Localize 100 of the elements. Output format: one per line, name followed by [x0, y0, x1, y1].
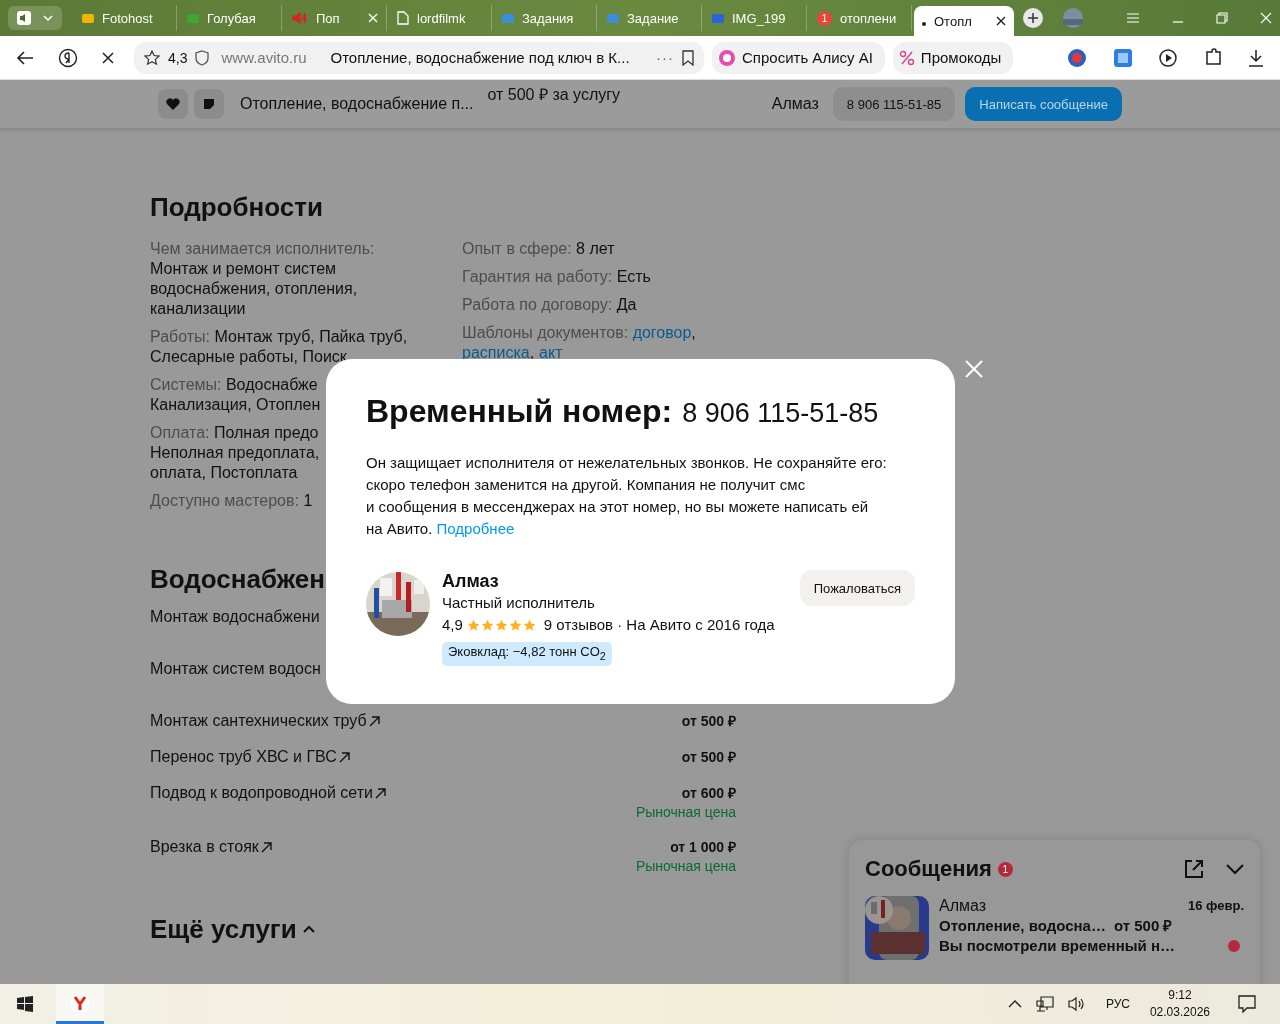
listing-title: Отопление, водосна…: [939, 916, 1106, 936]
chevron-up-icon[interactable]: [1007, 999, 1022, 1009]
back-icon[interactable]: [16, 49, 34, 66]
restore-icon[interactable]: [1216, 12, 1228, 24]
heart-icon: [166, 98, 180, 110]
service-price: от 500 ₽: [681, 712, 736, 731]
rating-value: 4,9: [442, 615, 463, 635]
speaker-icon: [292, 11, 308, 25]
reviews-text[interactable]: 9 отзывов · На Авито с 2016 года: [543, 614, 775, 636]
service-price: от 500 ₽: [681, 748, 736, 767]
message-date: 16 февр.: [1187, 897, 1244, 915]
windows-start-icon[interactable]: [16, 995, 34, 1013]
favicon-icon: [712, 13, 724, 23]
phone-button[interactable]: 8 906 115-51-85: [832, 87, 956, 121]
close-icon[interactable]: [996, 16, 1006, 26]
browser-tab[interactable]: Отопл: [914, 6, 1014, 36]
detail-label: Шаблоны документов:: [462, 324, 629, 341]
dialog-text: Он защищает исполнителя от нежелательных звонков. Не сохраняйте его: скоро телефон заменится на другой. Компания не получит смс и сообщения в мессенджерах на этот номер, но вы можете написать ей на Авито. Подробнее: [366, 453, 888, 539]
ring-icon: [718, 48, 736, 67]
detail-text: Работа по договору: Да: [462, 296, 637, 313]
open-external-icon[interactable]: [1184, 859, 1204, 879]
clock-date: 02.03.2026: [1149, 1004, 1210, 1021]
listing-title: Отопление, водоснабжение п...: [240, 95, 474, 113]
service-name: Монтаж водоснабжени: [150, 607, 320, 627]
yandex-icon[interactable]: [58, 47, 78, 68]
section-heading[interactable]: Ещё услуги: [150, 913, 297, 945]
external-arrow-icon: [368, 716, 380, 727]
browser-tab[interactable]: IMG_199: [704, 5, 807, 31]
section-heading: Подробности: [150, 191, 323, 223]
browser-tab[interactable]: 1 отоплени: [809, 5, 912, 31]
section-heading: Водоснабжен: [150, 563, 325, 595]
address-field[interactable]: 4,3 www.avito.ru Отопление, водоснабжение под ключ в К... ···: [134, 41, 704, 74]
language-indicator[interactable]: РУС: [1105, 997, 1130, 1011]
market-price-label: Рыночная цена: [635, 803, 736, 821]
taskbar-app-button[interactable]: [56, 984, 104, 1024]
tab-group-button[interactable]: [8, 6, 62, 30]
favicon-icon: [502, 13, 514, 23]
stop-icon[interactable]: [102, 51, 114, 64]
bookmark-icon[interactable]: [682, 49, 694, 66]
favorite-button[interactable]: [158, 89, 188, 119]
detail-text: Опыт в сфере: 8 лет: [462, 240, 615, 257]
service-link[interactable]: Врезка в стояк: [150, 837, 259, 857]
write-message-button[interactable]: Написать сообщение: [965, 87, 1122, 121]
seller-name[interactable]: Алмаз: [442, 570, 499, 592]
puzzle-icon[interactable]: [1204, 47, 1224, 68]
speaker-icon: [16, 10, 32, 26]
note-button[interactable]: [194, 89, 224, 119]
sender-name: Алмаз: [939, 896, 987, 916]
document-icon: [397, 11, 409, 25]
favicon-icon: [607, 13, 619, 23]
service-link[interactable]: Перенос труб ХВС и ГВС: [150, 747, 337, 767]
extension-icon[interactable]: [1112, 46, 1134, 69]
promo-button[interactable]: Промокоды: [892, 41, 1014, 74]
notifications-icon[interactable]: [1238, 995, 1256, 1013]
service-link[interactable]: Монтаж сантехнических труб: [150, 711, 367, 731]
browser-icon: [69, 991, 91, 1014]
chat-item[interactable]: Алмаз 16 февр. Отопление, водосна… от 500 ₽ Вы посмотрели временный н…: [865, 896, 1244, 960]
browser-tab[interactable]: Поп: [284, 5, 387, 31]
report-button[interactable]: Пожаловаться: [799, 570, 915, 606]
percent-icon: [898, 49, 915, 66]
price-text: от 500 ₽ за услугу: [487, 85, 621, 105]
market-price-label: Рыночная цена: [635, 857, 736, 875]
shield-icon: [195, 49, 210, 66]
phone-number: 8 906 115-51-85: [682, 398, 879, 429]
separator-text: ,: [691, 324, 696, 341]
favicon-icon: [187, 13, 199, 23]
chevron-down-icon[interactable]: [1226, 863, 1244, 875]
browser-tab[interactable]: Задание: [599, 5, 702, 31]
volume-icon[interactable]: [1067, 996, 1086, 1012]
play-icon[interactable]: [1158, 46, 1180, 69]
new-tab-icon[interactable]: [1022, 7, 1044, 29]
star-icon: [508, 618, 522, 632]
service-link[interactable]: Подвод к водопроводной сети: [150, 783, 373, 803]
star-icon: [144, 49, 160, 66]
note-icon: [203, 98, 215, 110]
detail-text: Работы: Монтаж труб, Пайка труб, Слесарные работы, Поиск: [150, 327, 408, 367]
network-icon[interactable]: [1035, 996, 1054, 1012]
star-icon: [480, 618, 494, 632]
extension-icon[interactable]: [1066, 46, 1088, 69]
star-icon: [466, 618, 480, 632]
alice-button[interactable]: Спросить Алису AI: [712, 41, 885, 74]
notification-badge: 1: [817, 10, 832, 26]
detail-text: Системы: Водоснабже Канализация, Отоплен: [150, 375, 321, 415]
browser-tab[interactable]: Задания: [494, 5, 597, 31]
external-arrow-icon: [375, 788, 386, 799]
seller-name: Алмаз: [771, 95, 819, 113]
panel-title: Сообщения: [865, 856, 992, 882]
detail-text: Гарантия на работу: Есть: [462, 268, 651, 285]
favicon-icon: [922, 22, 926, 26]
seller-type: Частный исполнитель: [442, 593, 595, 613]
clock-time: 9:12: [1168, 987, 1192, 1004]
chevron-down-icon: [42, 12, 54, 24]
browser-tab[interactable]: lordfilmk: [389, 5, 492, 31]
message-preview: Вы посмотрели временный н…: [939, 936, 1175, 956]
detail-text: Оплата: Полная предо Неполная предоплата, оплата, Постоплата: [150, 423, 320, 483]
service-price: от 600 ₽: [681, 784, 736, 803]
browser-tab[interactable]: Голубая: [179, 5, 282, 31]
browser-tab[interactable]: Fotohost: [74, 5, 177, 31]
caret-icon[interactable]: [302, 925, 315, 933]
download-icon[interactable]: [1248, 48, 1264, 67]
